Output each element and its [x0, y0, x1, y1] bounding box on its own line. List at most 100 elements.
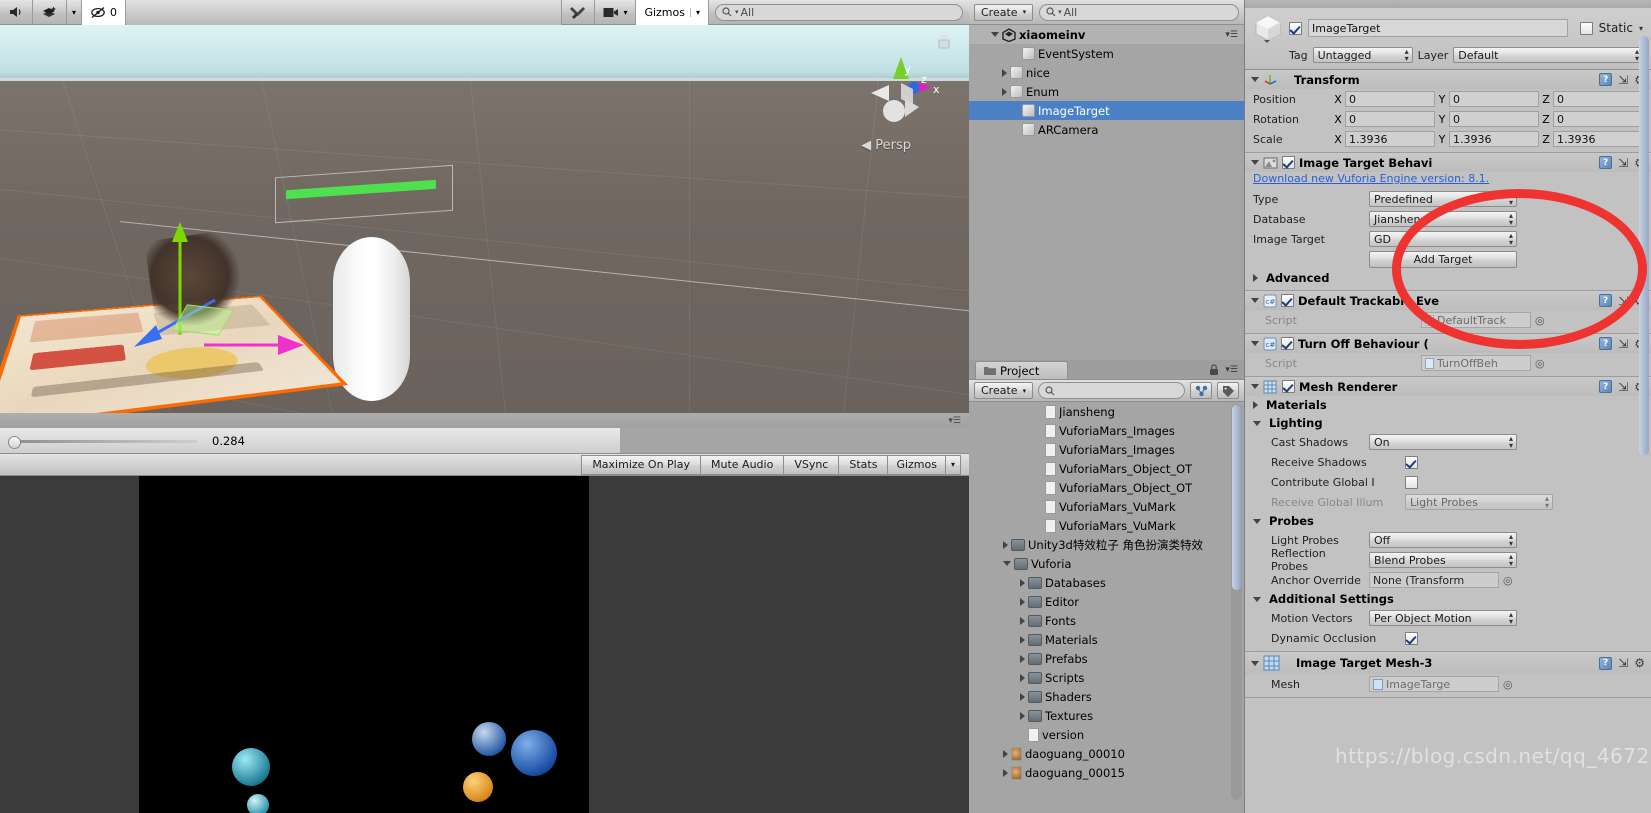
default-trackable-enabled-checkbox[interactable] [1281, 294, 1294, 307]
project-create-button[interactable]: Create ▾ [974, 382, 1034, 399]
chevron-right-icon[interactable] [1253, 401, 1258, 409]
contribute-gi-checkbox[interactable] [1405, 475, 1418, 489]
receive-shadows-checkbox[interactable] [1405, 455, 1418, 469]
chevron-right-icon[interactable] [1002, 68, 1007, 77]
chevron-down-icon[interactable] [1253, 596, 1261, 602]
hierarchy-scene-row[interactable]: xiaomeinv ▾☰ [969, 25, 1244, 44]
chevron-right-icon[interactable] [1020, 654, 1025, 663]
perspective-indicator[interactable]: ◀ Persp [861, 138, 911, 153]
transform-rotation-z-input[interactable]: 0 [1553, 111, 1643, 127]
project-item[interactable]: version [969, 725, 1244, 744]
chevron-down-icon[interactable] [1251, 77, 1259, 82]
project-item[interactable]: Textures [969, 706, 1244, 725]
turn-off-script-field[interactable]: TurnOffBeh [1421, 355, 1531, 371]
project-item[interactable]: Materials [969, 630, 1244, 649]
chevron-down-icon[interactable] [1253, 518, 1261, 524]
mesh-renderer-header[interactable]: Mesh Renderer ? ⇲ ⚙ [1245, 377, 1651, 396]
project-search-input[interactable] [1038, 382, 1185, 399]
preset-icon[interactable]: ⇲ [1618, 156, 1628, 170]
project-scrollbar[interactable] [1231, 404, 1242, 800]
motion-vectors-dropdown[interactable]: Per Object Motion ▴ ▾ [1369, 610, 1517, 626]
project-scrollbar-thumb[interactable] [1232, 405, 1241, 590]
transform-scale-z-input[interactable]: 1.3936 [1553, 131, 1643, 147]
static-checkbox[interactable] [1579, 21, 1593, 35]
game-gizmos-button[interactable]: Gizmos [888, 454, 946, 475]
add-target-button[interactable]: Add Target [1369, 250, 1517, 268]
project-item[interactable]: Prefabs [969, 649, 1244, 668]
project-item[interactable]: Fonts [969, 611, 1244, 630]
cast-shadows-dropdown[interactable]: On ▴ ▾ [1369, 434, 1517, 450]
help-icon[interactable]: ? [1599, 156, 1613, 169]
image-target-enabled-checkbox[interactable] [1282, 156, 1295, 169]
gameobject-enabled-checkbox[interactable] [1289, 21, 1302, 35]
preset-icon[interactable]: ⇲ [1618, 656, 1628, 670]
turn-off-enabled-checkbox[interactable] [1281, 337, 1294, 350]
chevron-right-icon[interactable] [1020, 692, 1025, 701]
hierarchy-item[interactable]: EventSystem [969, 44, 1244, 63]
project-item[interactable]: VuforiaMars_Images [969, 440, 1244, 459]
chevron-down-icon[interactable] [991, 32, 999, 37]
chevron-down-icon[interactable] [1251, 660, 1259, 666]
project-item[interactable]: daoguang_00015 [969, 763, 1244, 782]
object-picker-icon[interactable]: ◎ [1503, 574, 1513, 587]
transform-position-y-input[interactable]: 0 [1449, 91, 1539, 107]
chevron-down-icon[interactable] [1251, 160, 1259, 165]
additional-settings-label[interactable]: Additional Settings [1269, 592, 1394, 606]
object-picker-icon[interactable]: ◎ [1535, 357, 1545, 370]
layer-dropdown[interactable]: Default ▴ ▾ [1453, 47, 1643, 63]
transform-position-z-input[interactable]: 0 [1553, 91, 1643, 107]
anchor-override-field[interactable]: None (Transform [1369, 572, 1499, 588]
reflection-probes-dropdown[interactable]: Blend Probes ▴ ▾ [1369, 552, 1517, 568]
chevron-right-icon[interactable] [1020, 711, 1025, 720]
hidden-objects-toggle[interactable]: 0 [82, 0, 127, 25]
transform-rotation-x-input[interactable]: 0 [1345, 111, 1435, 127]
database-dropdown[interactable]: Jiansheng ▴ ▾ [1369, 211, 1517, 227]
dynamic-occlusion-checkbox[interactable] [1405, 631, 1418, 645]
hamburger-menu-icon[interactable]: ▾☰ [1225, 30, 1238, 40]
chevron-right-icon[interactable] [1003, 540, 1008, 549]
project-item[interactable]: Jiansheng [969, 402, 1244, 421]
chevron-down-icon[interactable] [1003, 561, 1011, 566]
scene-effects-button[interactable] [33, 0, 67, 25]
mesh-field[interactable]: ImageTarge [1369, 676, 1499, 692]
vsync-button[interactable]: VSync [784, 454, 840, 475]
inspector-scrollbar[interactable] [1638, 30, 1650, 790]
chevron-right-icon[interactable] [1020, 635, 1025, 644]
chevron-down-icon[interactable] [1251, 384, 1259, 389]
lock-icon[interactable] [937, 33, 951, 49]
preset-icon[interactable]: ⇲ [1618, 380, 1628, 394]
chevron-right-icon[interactable] [1003, 768, 1008, 777]
filter-by-label-button[interactable] [1217, 382, 1239, 399]
lock-icon[interactable] [1209, 364, 1219, 376]
project-item[interactable]: VuforiaMars_Images [969, 421, 1244, 440]
account-tools-button[interactable] [562, 0, 596, 25]
gizmos-button[interactable]: Gizmos ▾ [636, 0, 709, 25]
image-target-header[interactable]: Image Target Behavi ? ⇲ ⚙ [1245, 153, 1651, 172]
game-gizmos-dropdown[interactable]: ▾ [945, 454, 961, 475]
project-item[interactable]: VuforiaMars_VuMark [969, 516, 1244, 535]
inspector-scrollbar-thumb[interactable] [1639, 36, 1649, 456]
hierarchy-item[interactable]: nice [969, 63, 1244, 82]
scene-view-axis-gizmo[interactable]: y z x [861, 55, 941, 135]
image-target-dropdown[interactable]: GD ▴ ▾ [1369, 231, 1517, 247]
hierarchy-item[interactable]: ARCamera [969, 120, 1244, 139]
project-item[interactable]: Unity3d特效粒子 角色扮演类特效 [969, 535, 1244, 554]
transform-position-x-input[interactable]: 0 [1345, 91, 1435, 107]
gameobject-name-input[interactable]: ImageTarget [1308, 19, 1568, 37]
filter-by-type-button[interactable] [1190, 382, 1212, 399]
probes-label[interactable]: Probes [1269, 514, 1314, 528]
collapse-chevron-icon[interactable]: ▾☰ [948, 416, 961, 426]
help-icon[interactable]: ? [1599, 380, 1613, 393]
chevron-right-icon[interactable] [1002, 87, 1007, 96]
slider-handle[interactable] [8, 435, 21, 449]
scene-view[interactable]: y z x ◀ Persp [0, 25, 969, 413]
scene-search-input[interactable]: ▾ All [715, 3, 963, 21]
project-item[interactable]: VuforiaMars_Object_OT [969, 459, 1244, 478]
chevron-down-icon[interactable] [1251, 341, 1259, 346]
project-item[interactable]: Databases [969, 573, 1244, 592]
mesh-filter-header[interactable]: Image Target Mesh-3 ? ⇲ ⚙ [1245, 652, 1651, 674]
audio-toggle-button[interactable] [0, 0, 33, 25]
help-icon[interactable]: ? [1599, 294, 1613, 307]
project-item[interactable]: daoguang_00010 [969, 744, 1244, 763]
object-picker-icon[interactable]: ◎ [1535, 314, 1545, 327]
